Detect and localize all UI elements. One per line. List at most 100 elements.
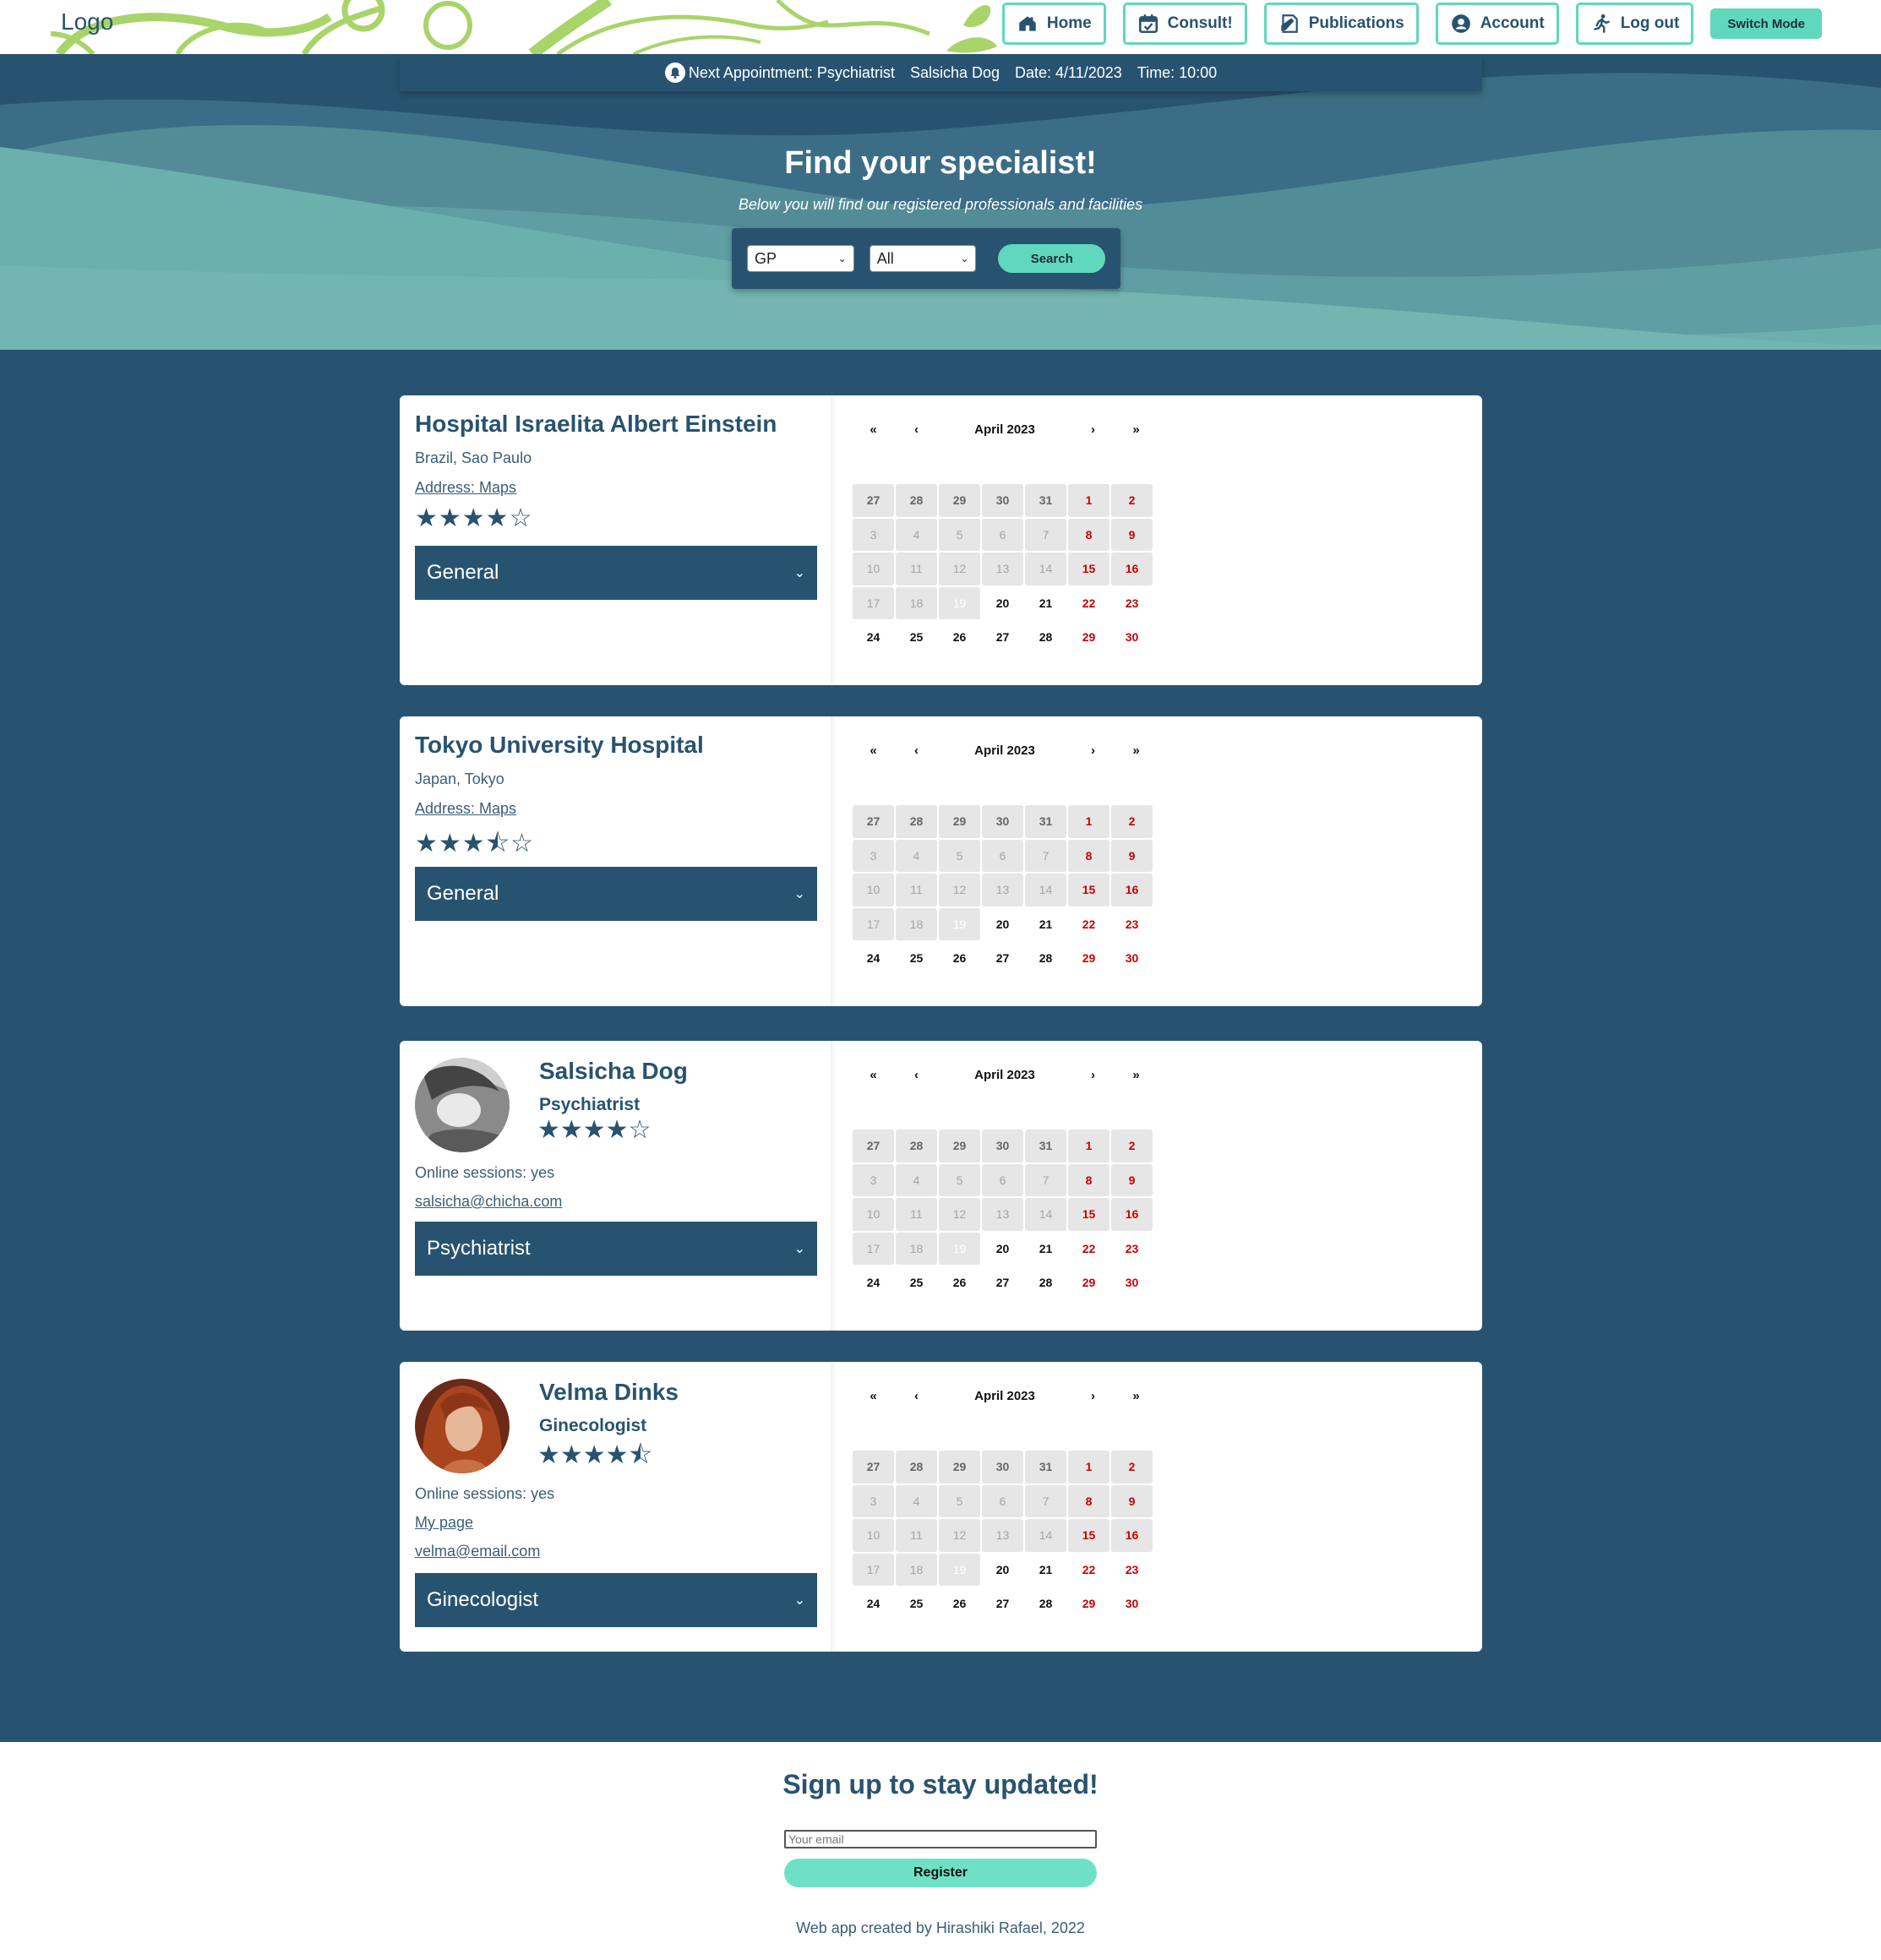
specialty-select[interactable]: Ginecologist ⌄ bbox=[415, 1573, 817, 1627]
next-month-button[interactable]: › bbox=[1071, 1068, 1115, 1082]
calendar-day[interactable]: 30 bbox=[1110, 1266, 1153, 1300]
calendar-day: 30 bbox=[982, 805, 1023, 838]
first-month-button[interactable]: « bbox=[852, 1068, 895, 1082]
prev-month-button[interactable]: ‹ bbox=[895, 422, 938, 437]
last-month-button[interactable]: » bbox=[1115, 743, 1158, 758]
first-month-button[interactable]: « bbox=[852, 743, 895, 758]
calendar-day[interactable]: 26 bbox=[938, 1266, 981, 1300]
calendar-day[interactable]: 28 bbox=[1024, 1266, 1067, 1300]
next-month-button[interactable]: › bbox=[1071, 422, 1115, 437]
search-button[interactable]: Search bbox=[998, 244, 1105, 273]
calendar-day[interactable]: 20 bbox=[981, 1232, 1024, 1266]
switch-mode-button[interactable]: Switch Mode bbox=[1710, 8, 1822, 39]
calendar-day[interactable]: 27 bbox=[981, 1266, 1024, 1300]
specialty-select[interactable]: General ⌄ bbox=[415, 867, 817, 921]
calendar-day[interactable]: 21 bbox=[1024, 1232, 1067, 1266]
calendar-day[interactable]: 23 bbox=[1110, 907, 1153, 942]
facility-name: Tokyo University Hospital bbox=[415, 732, 704, 758]
calendar-day[interactable]: 24 bbox=[852, 620, 895, 655]
rating-stars: ★★★★☆ bbox=[415, 504, 533, 532]
my-page-link[interactable]: My page bbox=[415, 1514, 473, 1532]
calendar-day[interactable]: 27 bbox=[981, 1587, 1024, 1621]
email-input[interactable]: Your email bbox=[784, 1830, 1097, 1848]
filter-select[interactable]: All ⌄ bbox=[869, 245, 977, 272]
calendar-day[interactable]: 28 bbox=[1024, 620, 1067, 655]
type-select-value: GP bbox=[755, 249, 777, 267]
calendar-day[interactable]: 26 bbox=[938, 1587, 981, 1621]
calendar-day[interactable]: 29 bbox=[1067, 941, 1110, 976]
calendar-day[interactable]: 26 bbox=[938, 941, 981, 976]
calendar-day[interactable]: 28 bbox=[1024, 941, 1067, 976]
avatar bbox=[415, 1058, 510, 1152]
doctor-name: Salsicha Dog bbox=[539, 1058, 688, 1084]
calendar-day[interactable]: 22 bbox=[1067, 907, 1110, 942]
logout-button[interactable]: Log out bbox=[1575, 3, 1694, 45]
calendar-day[interactable]: 25 bbox=[895, 1266, 938, 1300]
first-month-button[interactable]: « bbox=[852, 422, 895, 437]
calendar-day[interactable]: 30 bbox=[1110, 941, 1153, 976]
calendar-day[interactable]: 30 bbox=[1110, 1587, 1153, 1621]
calendar-day[interactable]: 29 bbox=[1067, 1266, 1110, 1300]
calendar-day[interactable]: 27 bbox=[981, 941, 1024, 976]
address-link[interactable]: Address: Maps bbox=[415, 800, 516, 818]
calendar-day[interactable]: 20 bbox=[981, 586, 1024, 621]
calendar-day[interactable]: 22 bbox=[1067, 1553, 1110, 1587]
last-month-button[interactable]: » bbox=[1115, 1068, 1158, 1082]
next-month-button[interactable]: › bbox=[1071, 1389, 1115, 1403]
consult-button[interactable]: Consult! bbox=[1122, 3, 1247, 45]
home-button[interactable]: Home bbox=[1001, 3, 1106, 45]
last-month-button[interactable]: » bbox=[1115, 1389, 1158, 1403]
calendar-day[interactable]: 27 bbox=[981, 620, 1024, 655]
specialty-select[interactable]: General ⌄ bbox=[415, 546, 817, 600]
email-link[interactable]: velma@email.com bbox=[415, 1543, 540, 1560]
calendar-day: 4 bbox=[896, 839, 937, 872]
address-link[interactable]: Address: Maps bbox=[415, 479, 516, 497]
logo[interactable]: Logo bbox=[61, 8, 113, 35]
calendar-day: 10 bbox=[853, 874, 894, 906]
calendar-day[interactable]: 20 bbox=[981, 1553, 1024, 1587]
facility-card: Tokyo University Hospital Japan, Tokyo A… bbox=[400, 716, 1482, 1006]
calendar-day[interactable]: 22 bbox=[1067, 586, 1110, 621]
calendar-day[interactable]: 24 bbox=[852, 1587, 895, 1621]
last-month-button[interactable]: » bbox=[1115, 422, 1158, 437]
calendar-day[interactable]: 24 bbox=[852, 1266, 895, 1300]
rating-stars: ★★★★⯪ bbox=[537, 1441, 652, 1469]
calendar-day: 5 bbox=[939, 1484, 980, 1517]
prev-month-button[interactable]: ‹ bbox=[895, 1068, 938, 1082]
calendar-day[interactable]: 25 bbox=[895, 941, 938, 976]
calendar-day[interactable]: 29 bbox=[1067, 1587, 1110, 1621]
calendar-day[interactable]: 21 bbox=[1024, 1553, 1067, 1587]
prev-month-button[interactable]: ‹ bbox=[895, 1389, 938, 1403]
calendar-day[interactable]: 28 bbox=[1024, 1587, 1067, 1621]
calendar-day: 9 bbox=[1111, 1484, 1153, 1517]
type-select[interactable]: GP ⌄ bbox=[747, 245, 854, 272]
calendar-day[interactable]: 24 bbox=[852, 941, 895, 976]
publications-button[interactable]: Publications bbox=[1263, 3, 1419, 45]
calendar-day[interactable]: 30 bbox=[1110, 620, 1153, 655]
calendar-day[interactable]: 23 bbox=[1110, 1553, 1153, 1587]
calendar-day: 4 bbox=[896, 1484, 937, 1517]
calendar-day[interactable]: 25 bbox=[895, 1587, 938, 1621]
calendar-day: 10 bbox=[853, 1198, 894, 1231]
calendar-day[interactable]: 21 bbox=[1024, 907, 1067, 942]
calendar-day[interactable]: 22 bbox=[1067, 1232, 1110, 1266]
first-month-button[interactable]: « bbox=[852, 1389, 895, 1403]
calendar: «‹ April 2023 ›» 27 28 29 30 31 1 2 3 4 5 6 7 8 9 10 11 12 1… bbox=[852, 1380, 1158, 1621]
prev-month-button[interactable]: ‹ bbox=[895, 743, 938, 758]
next-month-button[interactable]: › bbox=[1071, 743, 1115, 758]
calendar-day[interactable]: 25 bbox=[895, 620, 938, 655]
calendar-day[interactable]: 23 bbox=[1110, 586, 1153, 621]
calendar-day[interactable]: 20 bbox=[981, 907, 1024, 942]
calendar-day[interactable]: 23 bbox=[1110, 1232, 1153, 1266]
account-button[interactable]: Account bbox=[1435, 3, 1559, 45]
calendar-day: 6 bbox=[982, 518, 1023, 551]
calendar-day[interactable]: 29 bbox=[1067, 620, 1110, 655]
divider bbox=[831, 395, 836, 685]
email-link[interactable]: salsicha@chicha.com bbox=[415, 1193, 562, 1211]
calendar-day: 27 bbox=[853, 484, 894, 517]
calendar-day[interactable]: 26 bbox=[938, 620, 981, 655]
specialty-select[interactable]: Psychiatrist ⌄ bbox=[415, 1222, 817, 1276]
register-button[interactable]: Register bbox=[784, 1859, 1097, 1887]
calendar-day: 11 bbox=[896, 874, 937, 906]
calendar-day[interactable]: 21 bbox=[1024, 586, 1067, 621]
